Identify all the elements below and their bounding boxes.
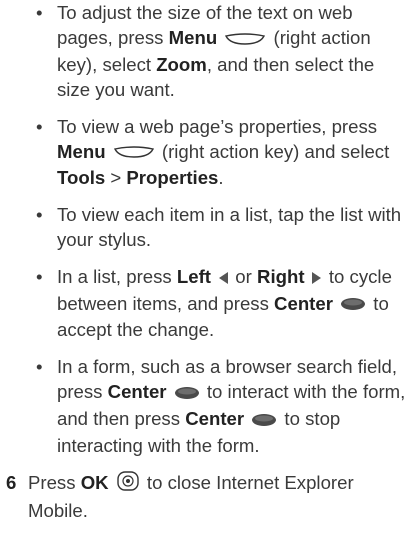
key-name: Menu: [168, 27, 218, 48]
text-run: To view a web page’s properties, press: [57, 115, 378, 137]
text-run: In a list, press: [57, 266, 177, 288]
key-name: Center: [185, 407, 245, 429]
list-item: • To adjust the size of the text on web …: [0, 0, 413, 102]
step-6: 6 Press OK to close Internet Explorer Mo…: [0, 470, 413, 523]
key-name: Right: [257, 266, 305, 288]
key-name: OK: [80, 471, 109, 493]
bullet-marker: •: [36, 2, 43, 23]
menu-key-icon: [224, 27, 266, 52]
list-item: • To view a web page’s properties, press…: [0, 114, 413, 191]
key-name: Zoom: [156, 53, 207, 75]
right-arrow-icon: [311, 266, 323, 291]
menu-key-icon: [113, 140, 155, 165]
text-run: or: [230, 266, 258, 288]
step-number: 6: [6, 471, 17, 493]
key-name: Menu: [57, 140, 106, 162]
bullet-marker: •: [36, 356, 43, 378]
key-name: Left: [176, 266, 211, 288]
text-run: (right action key) and select: [156, 140, 390, 162]
list-item-text: To view a web page’s properties, press M…: [57, 116, 389, 189]
left-arrow-icon: [217, 266, 229, 291]
list-item: • To view each item in a list, tap the l…: [0, 202, 413, 252]
list-item-text: To view each item in a list, tap the lis…: [57, 204, 401, 250]
text-run: To view each item in a list, tap the lis…: [57, 204, 402, 251]
document-body: • To adjust the size of the text on web …: [0, 0, 413, 523]
text-run: Press: [28, 471, 81, 493]
center-key-icon: [174, 381, 200, 406]
key-name: Tools: [57, 167, 106, 189]
list-item-text: To adjust the size of the text on web pa…: [57, 2, 374, 100]
ok-key-icon: [116, 470, 140, 498]
center-key-icon: [340, 292, 366, 317]
text-run: >: [105, 167, 127, 189]
bullet-marker: •: [36, 115, 43, 137]
center-key-icon: [251, 408, 277, 433]
list-item: • In a list, press Left or Right to cycl…: [0, 264, 413, 342]
bullet-marker: •: [36, 266, 43, 288]
key-name: Center: [107, 381, 167, 403]
text-run: .: [218, 167, 224, 189]
key-name: Properties: [126, 167, 219, 189]
key-name: Center: [274, 292, 333, 314]
list-item-text: In a form, such as a browser search fiel…: [57, 356, 405, 455]
list-item-text: In a list, press Left or Right to cycle …: [57, 266, 392, 340]
bullet-marker: •: [36, 204, 43, 226]
step-text: Press OK to close Internet Explorer Mobi…: [28, 470, 354, 521]
list-item: • In a form, such as a browser search fi…: [0, 354, 413, 457]
tips-list: • To adjust the size of the text on web …: [0, 0, 413, 458]
